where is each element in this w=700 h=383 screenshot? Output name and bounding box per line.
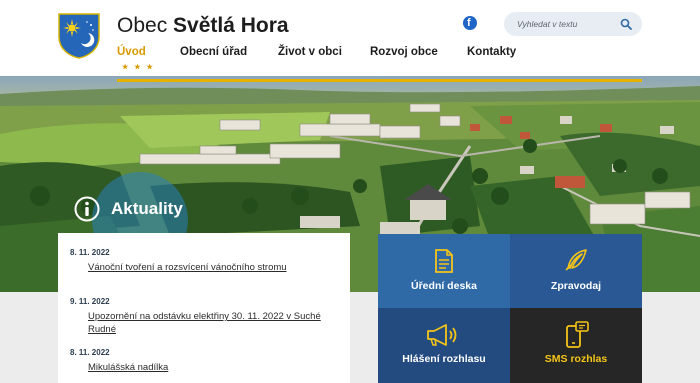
nav-item-label: Obecní úřad <box>180 46 248 58</box>
feather-pen-icon <box>565 249 587 271</box>
site-header: Obec Světlá Hora f Úvod ★ ★ ★ Obecní úřa… <box>0 0 700 76</box>
municipal-crest-logo[interactable] <box>58 13 100 59</box>
news-link[interactable]: Mikulášská nadílka <box>70 361 340 374</box>
tile-hlaseni-rozhlasu[interactable]: Hlášení rozhlasu <box>378 308 510 383</box>
nav-item-label: Kontakty <box>467 46 517 58</box>
search-icon[interactable] <box>620 18 632 30</box>
site-title-prefix: Obec <box>117 14 168 37</box>
tile-label: Úřední deska <box>411 280 477 292</box>
nav-item-label: Rozvoj obce <box>370 46 438 58</box>
news-item: 9. 11. 2022 Upozornění na odstávku elekt… <box>70 297 340 336</box>
tile-uredni-deska[interactable]: Úřední deska <box>378 234 510 308</box>
phone-message-icon <box>566 321 589 348</box>
facebook-icon[interactable]: f <box>463 16 477 30</box>
document-icon <box>435 249 453 273</box>
nav-item-obecni-urad[interactable]: Obecní úřad <box>180 46 247 58</box>
news-heading-label: Aktuality <box>111 199 183 218</box>
nav-item-label: Život v obci <box>278 46 342 58</box>
tile-sms-rozhlas[interactable]: SMS rozhlas <box>510 308 642 383</box>
tile-label: Hlášení rozhlasu <box>402 353 486 365</box>
tile-zpravodaj[interactable]: Zpravodaj <box>510 234 642 308</box>
news-panel: 8. 11. 2022 Vánoční tvoření a rozsvícení… <box>58 233 350 383</box>
news-link[interactable]: Upozornění na odstávku elektřiny 30. 11.… <box>70 310 340 336</box>
news-date: 8. 11. 2022 <box>70 248 110 257</box>
nav-item-uvod[interactable]: Úvod ★ ★ ★ <box>117 46 153 71</box>
search-box <box>504 12 642 36</box>
nav-item-rozvoj-obce[interactable]: Rozvoj obce <box>370 46 438 58</box>
accent-divider <box>117 79 642 82</box>
site-title[interactable]: Obec Světlá Hora <box>117 14 289 38</box>
news-date: 9. 11. 2022 <box>70 297 110 306</box>
news-item: 8. 11. 2022 Vánoční tvoření a rozsvícení… <box>70 248 340 274</box>
news-item: 8. 11. 2022 Mikulášská nadílka <box>70 348 340 374</box>
nav-item-label: Úvod <box>117 46 146 58</box>
info-icon <box>74 196 100 222</box>
site-title-name: Světlá Hora <box>173 14 289 37</box>
tile-label: Zpravodaj <box>550 280 602 292</box>
megaphone-icon <box>427 324 457 346</box>
news-date: 8. 11. 2022 <box>70 348 110 357</box>
nav-item-zivot-v-obci[interactable]: Život v obci <box>278 46 342 58</box>
tile-label: SMS rozhlas <box>544 353 608 365</box>
news-link[interactable]: Vánoční tvoření a rozsvícení vánočního s… <box>70 261 340 274</box>
search-input[interactable] <box>517 16 617 32</box>
nav-item-kontakty[interactable]: Kontakty <box>467 46 516 58</box>
active-stars-marker: ★ ★ ★ <box>122 64 155 71</box>
